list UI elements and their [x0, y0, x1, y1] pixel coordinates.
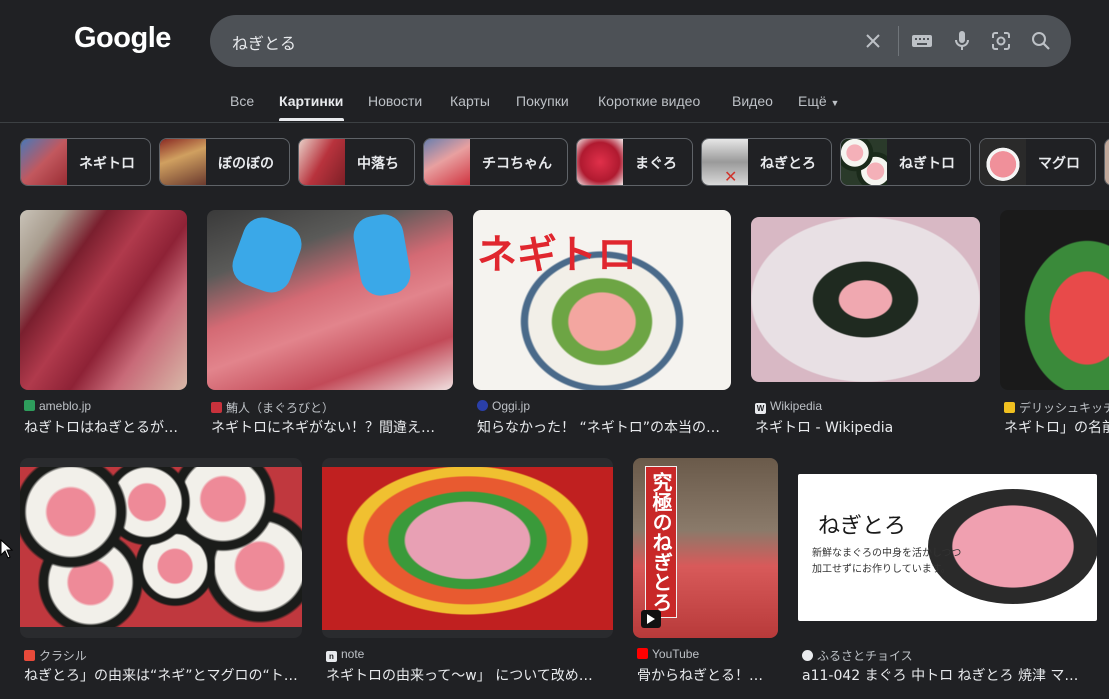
play-icon — [641, 610, 661, 628]
wikipedia-icon: W — [755, 403, 766, 414]
chevron-down-icon: ▼ — [830, 98, 840, 108]
chip-negitoro[interactable]: ネギトロ — [20, 138, 151, 186]
tab-news[interactable]: Новости — [368, 93, 422, 109]
chip-chikochan[interactable]: チコちゃん — [423, 138, 568, 186]
x-mark-icon: ✕ — [724, 167, 738, 186]
result-title: ねぎトロはねぎとるが… — [24, 420, 178, 436]
chip-label: チコちゃん — [482, 156, 552, 172]
google-logo[interactable]: Google — [74, 22, 171, 55]
tab-shopping[interactable]: Покупки — [516, 93, 569, 109]
result-source: クラシル — [24, 647, 302, 664]
mouse-cursor-icon — [0, 538, 14, 563]
result-source: デリッシュキッチ — [1004, 399, 1109, 416]
tab-images[interactable]: Картинки — [279, 93, 343, 109]
chip-thumbnail — [980, 139, 1026, 185]
site-favicon-icon — [211, 402, 222, 413]
chip-negitoru[interactable]: ✕ ねぎとろ — [701, 138, 832, 186]
chip-thumbnail: ✕ — [702, 139, 748, 185]
site-favicon-icon — [802, 650, 813, 661]
chip-negi-toro[interactable]: ねぎトロ — [840, 138, 971, 186]
chip-label: ねぎとろ — [760, 156, 816, 172]
overlay-subtext: 新鮮なまぐろの中身を活かしつつ加工せずにお作りしています。 — [812, 548, 962, 575]
result-thumbnail[interactable] — [207, 210, 453, 390]
tab-videos[interactable]: Видео — [732, 93, 773, 109]
result-title: ネギトロ」の名前 — [1004, 420, 1109, 436]
result-thumbnail[interactable]: 究極のねぎとろ — [633, 458, 778, 638]
chip-label: まぐろ — [635, 156, 677, 172]
tab-all[interactable]: Все — [230, 93, 254, 109]
result-title: 知らなかった！ “ネギトロ”の本当の… — [477, 420, 720, 436]
chip-maguro-katakana[interactable]: マグロ — [979, 138, 1096, 186]
chip-label: ぼのぼの — [218, 156, 274, 172]
chip-maguro-hiragana[interactable]: まぐろ — [576, 138, 693, 186]
tab-maps[interactable]: Карты — [450, 93, 490, 109]
donburi-image — [322, 467, 613, 630]
search-bar — [210, 15, 1071, 69]
overlay-text: 究極のねぎとろ — [645, 466, 677, 618]
chip-bonobono[interactable]: ぼのぼの — [159, 138, 290, 186]
result-thumbnail[interactable] — [751, 217, 980, 382]
search-input[interactable] — [230, 15, 834, 69]
chip-label: マグロ — [1038, 156, 1080, 172]
chip-thumbnail — [160, 139, 206, 185]
chip-label: ねぎトロ — [899, 156, 955, 172]
glove-right — [350, 211, 414, 299]
note-icon: n — [326, 651, 337, 662]
chip-thumbnail — [299, 139, 345, 185]
site-favicon-icon — [477, 400, 488, 411]
result-thumbnail[interactable] — [322, 458, 613, 638]
result-source: W Wikipedia — [755, 399, 823, 414]
lens-camera-icon[interactable] — [988, 28, 1014, 54]
result-thumbnail[interactable]: ネギトロ — [473, 210, 731, 390]
search-divider — [898, 26, 899, 56]
result-thumbnail[interactable] — [20, 458, 302, 638]
result-title: a11-042 まぐろ 中トロ ねぎとろ 焼津 マグ… — [802, 668, 1092, 684]
chip-label: ネギトロ — [79, 156, 135, 172]
chip-thumbnail — [424, 139, 470, 185]
microphone-icon[interactable] — [949, 28, 975, 54]
chip-thumbnail — [841, 139, 887, 185]
overlay-text: ネギトロ — [477, 232, 637, 278]
search-icon[interactable] — [1028, 28, 1054, 54]
search-tabs: Все Картинки Новости Карты Покупки Корот… — [0, 86, 1109, 123]
result-title: ねぎとろ」の由来は“ネギ”とマグロの“ト… — [24, 668, 298, 684]
sushi-rolls-image — [20, 467, 302, 627]
result-thumbnail[interactable] — [20, 210, 187, 390]
chip-thumbnail — [21, 139, 67, 185]
result-source: 鮪人（まぐろびと） — [211, 399, 451, 416]
result-title: 骨からねぎとる！… — [637, 668, 763, 684]
chip-label: 中落ち — [357, 156, 399, 172]
result-title: ネギトロにネギがない！？間違え… — [211, 420, 435, 436]
result-source: ふるさとチョイス — [802, 647, 1097, 664]
clear-icon[interactable] — [860, 28, 886, 54]
tab-more-label: Ещё — [798, 93, 827, 109]
glove-left — [226, 211, 308, 299]
site-favicon-icon — [1004, 402, 1015, 413]
keyboard-icon[interactable] — [909, 28, 935, 54]
chip-nakaochi[interactable]: 中落ち — [298, 138, 415, 186]
tab-more[interactable]: Ещё ▼ — [798, 93, 839, 109]
youtube-icon — [637, 648, 648, 659]
site-favicon-icon — [24, 400, 35, 411]
result-thumbnail[interactable]: ねぎとろ 新鮮なまぐろの中身を活かしつつ加工せずにお作りしています。 — [798, 474, 1097, 621]
chip-partial[interactable] — [1104, 138, 1109, 186]
result-thumbnail[interactable] — [1000, 210, 1109, 390]
overlay-text: ねぎとろ — [818, 514, 907, 539]
tab-short-videos[interactable]: Короткие видео — [598, 93, 700, 109]
result-source: ameblo.jp — [24, 399, 184, 413]
result-source: n note — [326, 647, 613, 662]
result-title: ネギトロ - Wikipedia — [755, 420, 894, 436]
result-source: Oggi.jp — [477, 399, 727, 413]
chip-thumbnail — [1105, 139, 1109, 185]
active-tab-indicator — [279, 118, 344, 121]
chip-thumbnail — [577, 139, 623, 185]
result-source: YouTube — [637, 647, 778, 661]
site-favicon-icon — [24, 650, 35, 661]
result-title: ネギトロの由来って〜w」 について改め… — [326, 668, 593, 684]
